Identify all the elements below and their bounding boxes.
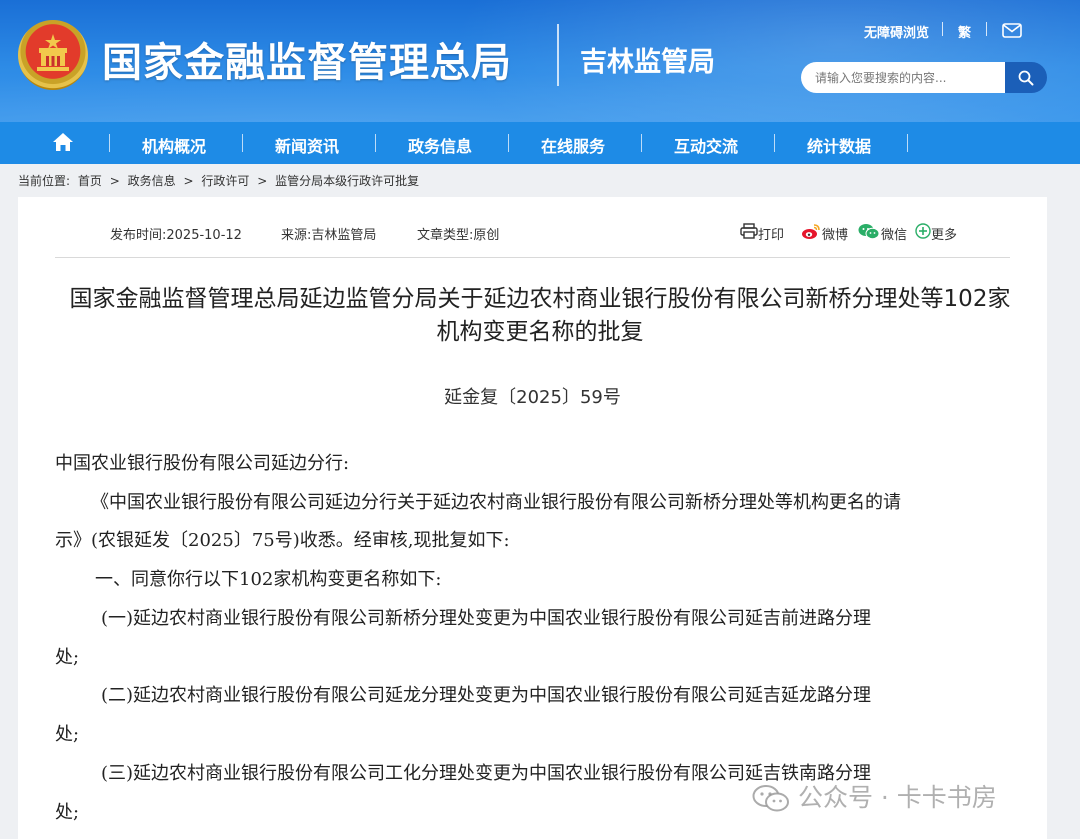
print-button[interactable]: 打印 bbox=[758, 224, 784, 243]
breadcrumb-prefix: 当前位置: bbox=[18, 174, 71, 188]
search-input[interactable] bbox=[801, 62, 991, 93]
breadcrumb-sep: > bbox=[183, 174, 194, 188]
list-item-continuation: 处; bbox=[55, 724, 80, 745]
nav-divider bbox=[109, 134, 110, 152]
util-divider bbox=[942, 22, 943, 36]
site-title[interactable]: 国家金融监督管理总局 bbox=[102, 30, 512, 88]
search-box bbox=[801, 62, 1005, 93]
home-icon[interactable] bbox=[52, 132, 74, 152]
document-title-line: 国家金融监督管理总局延边监管分局关于延边农村商业银行股份有限公司新桥分理处等10… bbox=[69, 286, 1011, 312]
article-type: 文章类型:原创 bbox=[417, 228, 500, 243]
mail-icon[interactable] bbox=[1002, 23, 1022, 38]
weibo-icon[interactable] bbox=[801, 223, 821, 240]
wechat-share-button[interactable]: 微信 bbox=[881, 224, 907, 243]
accessible-browse-link[interactable]: 无障碍浏览 bbox=[864, 22, 929, 41]
salutation: 中国农业银行股份有限公司延边分行: bbox=[55, 453, 350, 474]
list-item-continuation: 处; bbox=[55, 647, 80, 668]
breadcrumb: 当前位置: 首页 > 政务信息 > 行政许可 > 监管分局本级行政许可批复 bbox=[18, 172, 423, 189]
title-divider bbox=[557, 24, 559, 86]
search-button[interactable] bbox=[1005, 62, 1047, 93]
national-emblem-icon bbox=[18, 20, 88, 90]
sub-title[interactable]: 吉林监管局 bbox=[580, 40, 715, 79]
meta-divider bbox=[55, 257, 1010, 258]
body-paragraph: 示》(农银延发〔2025〕75号)收悉。经审核,现批复如下: bbox=[55, 530, 510, 551]
breadcrumb-current[interactable]: 监管分局本级行政许可批复 bbox=[275, 174, 419, 188]
nav-divider bbox=[641, 134, 642, 152]
wechat-watermark-icon bbox=[752, 785, 789, 812]
document-title-line: 机构变更名称的批复 bbox=[436, 319, 644, 345]
breadcrumb-sep: > bbox=[257, 174, 268, 188]
breadcrumb-home[interactable]: 首页 bbox=[78, 174, 102, 188]
watermark: 公众号 · 卡卡书房 bbox=[752, 778, 997, 814]
nav-item-interaction[interactable]: 互动交流 bbox=[674, 133, 738, 157]
nav-divider bbox=[375, 134, 376, 152]
more-plus-icon[interactable] bbox=[915, 223, 931, 239]
breadcrumb-sep: > bbox=[109, 174, 120, 188]
nav-item-statistics[interactable]: 统计数据 bbox=[807, 133, 871, 157]
print-icon[interactable] bbox=[740, 223, 758, 239]
body-paragraph: 一、同意你行以下102家机构变更名称如下: bbox=[95, 569, 442, 590]
nav-item-online-service[interactable]: 在线服务 bbox=[541, 133, 605, 157]
article-source: 来源:吉林监管局 bbox=[281, 228, 377, 243]
breadcrumb-government-info[interactable]: 政务信息 bbox=[128, 174, 176, 188]
watermark-text: 公众号 · 卡卡书房 bbox=[797, 783, 997, 812]
nav-divider bbox=[774, 134, 775, 152]
publish-time: 发布时间:2025-10-12 bbox=[110, 228, 242, 243]
wechat-icon[interactable] bbox=[858, 223, 880, 240]
nav-item-government-info[interactable]: 政务信息 bbox=[408, 133, 472, 157]
nav-divider bbox=[907, 134, 908, 152]
search-icon bbox=[1018, 70, 1034, 86]
weibo-share-button[interactable]: 微博 bbox=[822, 224, 848, 243]
util-divider bbox=[986, 22, 987, 36]
more-share-button[interactable]: 更多 bbox=[931, 224, 957, 243]
nav-divider bbox=[508, 134, 509, 152]
nav-divider bbox=[242, 134, 243, 152]
document-title: 国家金融监督管理总局延边监管分局关于延边农村商业银行股份有限公司新桥分理处等10… bbox=[30, 283, 1050, 349]
list-item: (二)延边农村商业银行股份有限公司延龙分理处变更为中国农业银行股份有限公司延吉延… bbox=[101, 685, 872, 706]
traditional-chinese-link[interactable]: 繁 bbox=[958, 22, 971, 41]
body-paragraph: 《中国农业银行股份有限公司延边分行关于延边农村商业银行股份有限公司新桥分理处等机… bbox=[91, 492, 901, 513]
breadcrumb-admin-license[interactable]: 行政许可 bbox=[201, 174, 249, 188]
document-number: 延金复〔2025〕59号 bbox=[444, 387, 621, 408]
nav-item-news[interactable]: 新闻资讯 bbox=[275, 133, 339, 157]
list-item: (一)延边农村商业银行股份有限公司新桥分理处变更为中国农业银行股份有限公司延吉前… bbox=[101, 608, 872, 629]
nav-item-about[interactable]: 机构概况 bbox=[142, 133, 206, 157]
